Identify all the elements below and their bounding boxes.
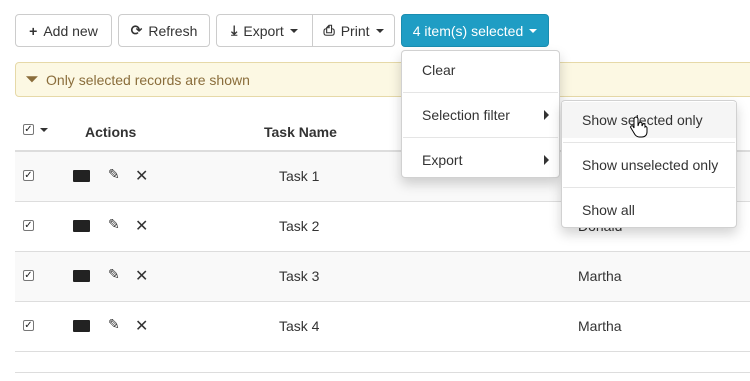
select-all-checkbox[interactable]: ✓ bbox=[23, 124, 34, 135]
caret-down-icon bbox=[375, 28, 384, 33]
edit-icon[interactable]: ✎ bbox=[108, 166, 120, 183]
menu-item-clear[interactable]: Clear bbox=[402, 52, 559, 88]
selection-filter-submenu: Show selected only Show unselected only … bbox=[561, 100, 737, 228]
submenu-item-selected-only[interactable]: Show selected only bbox=[562, 102, 736, 138]
row-checkbox[interactable]: ✓ bbox=[23, 170, 34, 181]
print-label: Print bbox=[340, 22, 370, 39]
refresh-button[interactable]: ⟳ Refresh bbox=[118, 14, 210, 47]
caret-down-icon bbox=[529, 28, 538, 33]
actions-header: Actions bbox=[85, 124, 137, 140]
plus-icon: + bbox=[29, 22, 38, 39]
print-button[interactable]: ⎙ Print bbox=[312, 14, 395, 47]
add-new-label: Add new bbox=[43, 22, 98, 39]
alert-text: Only selected records are shown bbox=[46, 71, 250, 88]
refresh-label: Refresh bbox=[148, 22, 198, 39]
details-icon[interactable] bbox=[73, 170, 90, 182]
caret-right-icon bbox=[544, 110, 549, 120]
row-checkbox[interactable]: ✓ bbox=[23, 320, 34, 331]
delete-icon[interactable]: ✕ bbox=[135, 316, 148, 336]
table-row[interactable]: ✓ ✎ ✕ Task 4 Martha bbox=[15, 302, 750, 352]
filter-icon: ⏷ bbox=[26, 71, 39, 88]
delete-icon[interactable]: ✕ bbox=[135, 216, 148, 236]
menu-divider bbox=[403, 137, 558, 138]
submenu-item-show-all[interactable]: Show all bbox=[562, 192, 736, 228]
submenu-item-unselected-only[interactable]: Show unselected only bbox=[562, 147, 736, 183]
print-icon: ⎙ bbox=[323, 22, 335, 38]
menu-divider bbox=[403, 92, 558, 93]
task-name-cell: Task 1 bbox=[279, 168, 320, 184]
export-label: Export bbox=[243, 22, 284, 39]
edit-icon[interactable]: ✎ bbox=[108, 266, 120, 283]
menu-item-export[interactable]: Export bbox=[402, 142, 559, 178]
row-checkbox[interactable]: ✓ bbox=[23, 270, 34, 281]
menu-item-export-label: Export bbox=[422, 152, 463, 168]
submenu-divider bbox=[563, 187, 735, 188]
caret-down-icon bbox=[289, 28, 298, 33]
submenu-divider bbox=[563, 142, 735, 143]
row-checkbox[interactable]: ✓ bbox=[23, 220, 34, 231]
edit-icon[interactable]: ✎ bbox=[108, 216, 120, 233]
selection-menu: Clear Selection filter Export bbox=[401, 50, 560, 178]
select-menu-caret-icon[interactable] bbox=[40, 128, 48, 132]
selection-alert: ⏷ Only selected records are shown bbox=[15, 62, 750, 97]
task-name-header[interactable]: Task Name bbox=[264, 124, 337, 140]
menu-item-selection-filter[interactable]: Selection filter bbox=[402, 97, 559, 133]
delete-icon[interactable]: ✕ bbox=[135, 166, 148, 186]
assignee-cell: Martha bbox=[578, 268, 622, 284]
edit-icon[interactable]: ✎ bbox=[108, 316, 120, 333]
submenu-item-unselected-only-label: Show unselected only bbox=[582, 157, 719, 173]
assignee-cell: Martha bbox=[578, 318, 622, 334]
task-name-cell: Task 2 bbox=[279, 218, 320, 234]
grid-bottom-divider bbox=[15, 372, 750, 373]
table-row[interactable]: ✓ ✎ ✕ Task 3 Martha bbox=[15, 252, 750, 302]
selection-dropdown-button[interactable]: 4 item(s) selected bbox=[401, 14, 549, 47]
menu-item-clear-label: Clear bbox=[422, 62, 456, 78]
export-button[interactable]: ⤓ Export bbox=[216, 14, 313, 47]
details-icon[interactable] bbox=[73, 270, 90, 282]
hand-cursor-icon bbox=[630, 116, 648, 138]
refresh-icon: ⟳ bbox=[130, 22, 143, 38]
details-icon[interactable] bbox=[73, 220, 90, 232]
menu-item-selection-filter-label: Selection filter bbox=[422, 107, 510, 123]
caret-right-icon bbox=[544, 155, 549, 165]
task-name-cell: Task 3 bbox=[279, 268, 320, 284]
details-icon[interactable] bbox=[73, 320, 90, 332]
task-name-cell: Task 4 bbox=[279, 318, 320, 334]
add-new-button[interactable]: + Add new bbox=[15, 14, 112, 47]
delete-icon[interactable]: ✕ bbox=[135, 266, 148, 286]
selection-count-label: 4 item(s) selected bbox=[412, 22, 524, 39]
submenu-item-show-all-label: Show all bbox=[582, 202, 635, 218]
export-icon: ⤓ bbox=[231, 22, 238, 38]
